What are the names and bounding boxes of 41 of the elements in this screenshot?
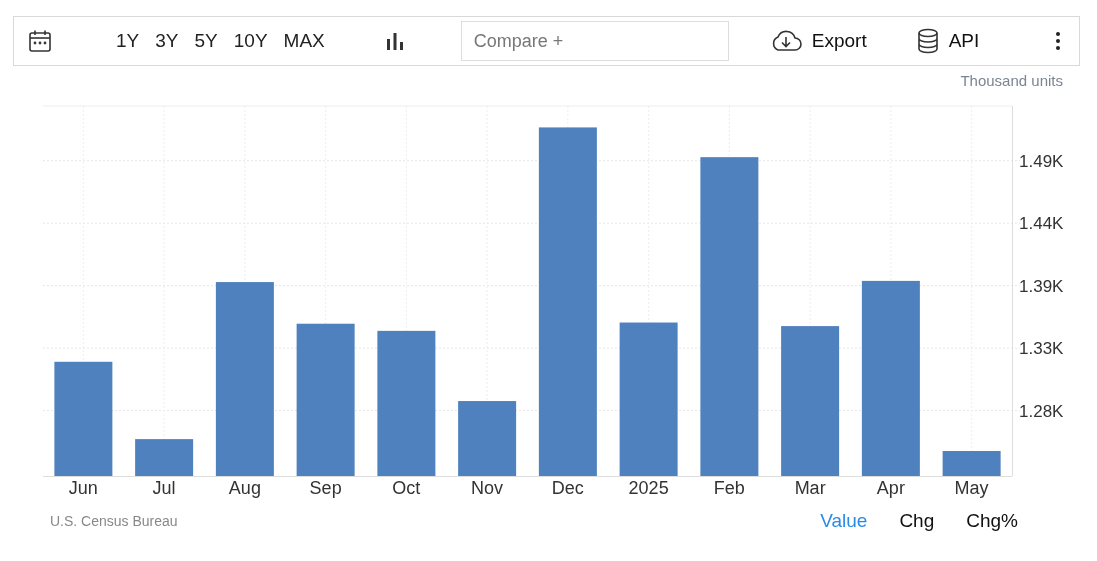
- axis-tick-label: 1.49K: [1019, 151, 1064, 171]
- axis-tick-label: 1.39K: [1019, 276, 1064, 296]
- view-tab[interactable]: Value: [804, 510, 884, 532]
- axis-category-label: 2025: [628, 478, 669, 498]
- export-button[interactable]: Export: [769, 30, 867, 52]
- range-button[interactable]: 3Y: [147, 30, 187, 52]
- axis-category-label: Feb: [713, 478, 745, 498]
- more-icon: [1055, 31, 1061, 51]
- bar[interactable]: [700, 157, 759, 476]
- axis-category-label: Oct: [392, 478, 421, 498]
- bar[interactable]: [619, 322, 678, 476]
- api-button[interactable]: API: [916, 28, 980, 54]
- bar[interactable]: [54, 361, 113, 476]
- range-button[interactable]: MAX: [275, 30, 333, 52]
- database-icon: [916, 28, 939, 54]
- range-button[interactable]: 1Y: [108, 30, 148, 52]
- view-tab[interactable]: Chg: [883, 510, 951, 532]
- bar[interactable]: [942, 451, 1001, 476]
- axis-category-label: Apr: [876, 478, 905, 498]
- axis-category-label: Mar: [794, 478, 826, 498]
- axis-category-label: Aug: [228, 478, 261, 498]
- bar[interactable]: [861, 280, 920, 476]
- source-text: U.S. Census Bureau: [50, 513, 178, 529]
- calendar-icon[interactable]: [28, 29, 52, 53]
- axis-tick-label: 1.44K: [1019, 214, 1064, 234]
- axis-category-label: Sep: [309, 478, 342, 498]
- unit-label: Thousand units: [960, 72, 1063, 89]
- range-button[interactable]: 5Y: [186, 30, 226, 52]
- axis-category-label: Nov: [471, 478, 504, 498]
- axis-tick-label: 1.28K: [1019, 401, 1064, 421]
- axis-category-label: Dec: [551, 478, 584, 498]
- bar[interactable]: [296, 323, 355, 476]
- view-tab[interactable]: Chg%: [950, 510, 1034, 532]
- bar-chart-icon: [384, 31, 405, 51]
- bar[interactable]: [377, 330, 436, 476]
- axis-tick-label: 1.33K: [1019, 339, 1064, 359]
- range-button[interactable]: 10Y: [225, 30, 276, 52]
- compare-field[interactable]: Compare +: [460, 21, 729, 61]
- axis-category-label: Jul: [152, 478, 176, 498]
- axis-category-label: May: [954, 478, 989, 498]
- axis-category-label: Jun: [68, 478, 98, 498]
